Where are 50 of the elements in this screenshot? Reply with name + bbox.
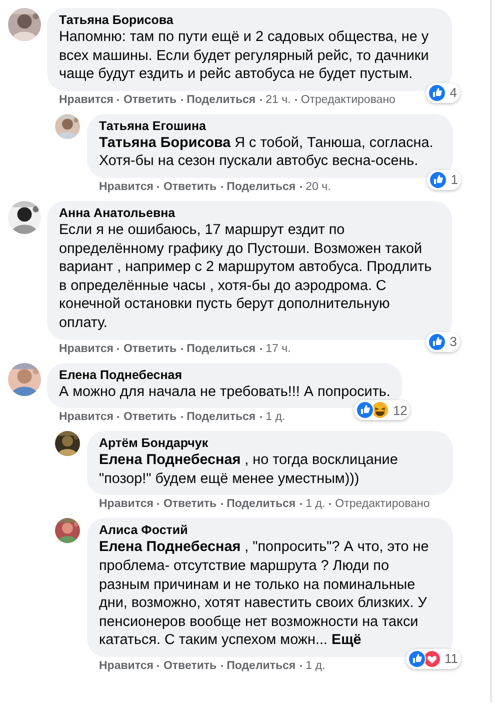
like-link[interactable]: Нравится: [59, 342, 114, 355]
comment-text: Татьяна Борисова Я с тобой, Танюша, согласна. Хотя-бы на сезон пускали автобус весна-осень.: [99, 134, 434, 171]
like-link[interactable]: Нравится: [99, 498, 154, 510]
reply-link[interactable]: Ответить: [123, 342, 177, 355]
like-icon: [428, 170, 447, 189]
timestamp: 17 ч.: [266, 342, 291, 355]
reply-link[interactable]: Ответить: [123, 94, 177, 106]
reactions-badge[interactable]: 3: [426, 332, 460, 352]
reply-link[interactable]: Ответить: [123, 411, 177, 424]
comment-text: А можно для начала не требовать!!! А попросить.: [59, 382, 390, 402]
comment-author[interactable]: Татьяна Егошина: [99, 118, 441, 133]
reply-link[interactable]: Ответить: [163, 498, 217, 510]
reactions-badge[interactable]: 4: [426, 82, 460, 103]
laughing-face-icon: [370, 401, 389, 420]
edited-label: Отредактировано: [335, 498, 430, 510]
like-icon: [408, 650, 426, 668]
like-icon: [428, 84, 446, 102]
comment-author[interactable]: Алиса Фостий: [99, 523, 441, 538]
share-link[interactable]: Поделиться: [186, 411, 256, 424]
like-link[interactable]: Нравится: [99, 180, 154, 193]
timestamp: 20 ч.: [306, 180, 331, 193]
share-link[interactable]: Поделиться: [186, 94, 256, 106]
see-more-link[interactable]: Ещё: [331, 632, 362, 648]
share-link[interactable]: Поделиться: [226, 660, 296, 672]
comment-text: Елена Поднебесная , "попросить"? А что, это не проблема- отсутствие маршрута ? Люди по разным причинам и не только на поминальные дни, возможно, хотят навестить своих близких. У пенсионеров вообще нет возможности на такси кататься. С таким успехом можн... Ещё: [99, 538, 430, 650]
share-link[interactable]: Поделиться: [186, 342, 256, 355]
comment-author[interactable]: Артём Бондарчук: [99, 436, 441, 450]
reactions-badge[interactable]: 12: [354, 400, 410, 420]
like-icon: [356, 401, 374, 420]
comment-author[interactable]: Елена Поднебесная: [59, 368, 390, 382]
comment-author[interactable]: Татьяна Борисова: [59, 13, 440, 27]
timestamp: 1 д.: [306, 660, 326, 672]
like-link[interactable]: Нравится: [59, 94, 114, 106]
timestamp: 21 ч.: [266, 94, 291, 106]
reactions-badge[interactable]: 1: [426, 170, 461, 190]
reply-link[interactable]: Ответить: [163, 180, 217, 193]
like-link[interactable]: Нравится: [59, 411, 114, 424]
share-link[interactable]: Поделиться: [226, 180, 296, 193]
comment-text: Если я не ошибаюсь, 17 маршрут ездит по определённому графику до Пустоши. Возможен такой вариант , например с 2 маршрутом автобуса. Продлить в определённые часы , хотя-бы до аэродрома. С конечной остановки пусть берут дополнительную оплату.: [59, 220, 433, 333]
reactions-badge[interactable]: 11: [406, 648, 461, 669]
like-icon: [428, 332, 446, 351]
reply-link[interactable]: Ответить: [163, 660, 217, 672]
edited-label: Отредактировано: [300, 94, 396, 106]
timestamp: 1 д.: [306, 498, 326, 510]
comment-text: Напомню: там по пути ещё и 2 садовых общества, не у всех машины. Если будет регулярный рейс, то дачники чаще будут ездить и рейс автобуса не будет пустым.: [59, 28, 430, 84]
timestamp: 1 д.: [266, 411, 286, 424]
like-link[interactable]: Нравится: [99, 660, 154, 672]
comment-text: Елена Поднебесная , но тогда восклицание "позор!" будем ещё менее уместным))): [99, 451, 399, 488]
share-link[interactable]: Поделиться: [226, 498, 296, 510]
comment-author[interactable]: Анна Анатольевна: [59, 206, 440, 220]
